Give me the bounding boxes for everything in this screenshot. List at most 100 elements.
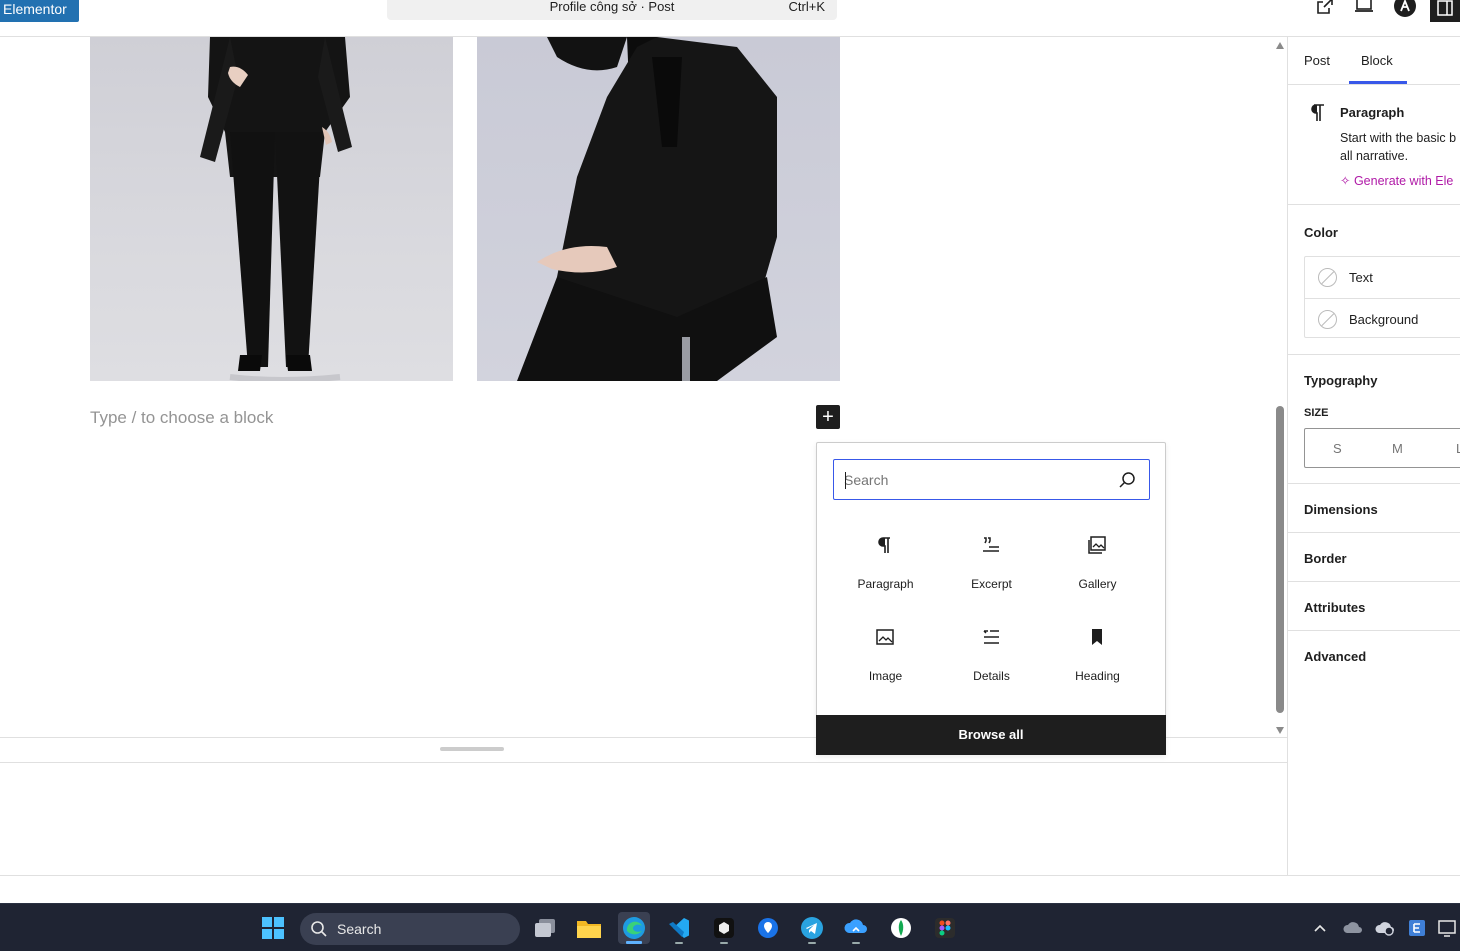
taskbar-search-box[interactable]: Search — [300, 913, 520, 945]
command-center[interactable]: Profile công sở · Post Ctrl+K — [387, 0, 837, 20]
windows-start-icon[interactable] — [257, 912, 289, 944]
bookmark-icon — [1085, 625, 1109, 649]
running-indicator — [675, 942, 683, 944]
search-icon — [1117, 470, 1137, 490]
block-label: Gallery — [1078, 577, 1117, 591]
generate-with-elementor-link[interactable]: ✧ Generate with Ele — [1340, 173, 1453, 188]
inserter-search-input[interactable] — [844, 469, 1104, 491]
font-size-large[interactable]: L — [1456, 441, 1460, 456]
block-label: Heading — [1075, 669, 1120, 683]
block-card-title: Paragraph — [1340, 105, 1405, 120]
sidebar-toggle-icon[interactable] — [1430, 0, 1460, 22]
font-size-label: SIZE — [1304, 407, 1329, 419]
border-panel-title[interactable]: Border — [1304, 551, 1347, 566]
external-link-icon[interactable] — [1313, 0, 1337, 18]
app-icon[interactable] — [708, 912, 740, 944]
gallery-icon — [1085, 533, 1109, 557]
canvas-scrollbar[interactable] — [1273, 42, 1287, 734]
font-size-small[interactable]: S — [1333, 441, 1342, 456]
search-icon — [310, 920, 328, 943]
font-size-toggle-group: S M L — [1304, 428, 1460, 468]
tab-block[interactable]: Block — [1361, 53, 1393, 68]
block-label: Excerpt — [971, 577, 1012, 591]
display-tray-icon[interactable] — [1438, 918, 1458, 938]
settings-sidebar: Post Block Paragraph Start with the basi… — [1287, 37, 1460, 875]
color-swatch-icon — [1318, 310, 1337, 329]
running-indicator — [852, 942, 860, 944]
sidebar-tabs: Post Block — [1288, 37, 1460, 85]
excerpt-icon — [979, 533, 1003, 557]
block-label: Details — [973, 669, 1010, 683]
color-text-label: Text — [1349, 270, 1373, 285]
sparkle-icon: ✧ — [1340, 174, 1354, 188]
windows-taskbar: Search — [0, 903, 1460, 951]
device-preview-icon[interactable] — [1352, 0, 1376, 18]
gallery-image-standing-woman[interactable] — [90, 37, 453, 381]
meta-boxes-resize-handle[interactable] — [440, 747, 504, 751]
color-background-option[interactable]: Background — [1305, 298, 1460, 339]
footer-divider — [0, 875, 1460, 876]
active-tab-indicator — [1349, 81, 1407, 84]
document-title: Profile công sở · Post — [549, 0, 675, 14]
edit-with-elementor-button[interactable]: Elementor — [0, 0, 79, 22]
app-tray-icon[interactable] — [1407, 918, 1427, 938]
scrollbar-thumb[interactable] — [1276, 406, 1284, 713]
color-background-label: Background — [1349, 312, 1419, 327]
running-indicator — [626, 941, 642, 944]
running-indicator — [808, 942, 816, 944]
block-item-paragraph[interactable]: Paragraph — [833, 519, 938, 599]
plugin-logo-icon[interactable] — [1393, 0, 1417, 18]
browse-all-button[interactable]: Browse all — [816, 715, 1166, 755]
file-explorer-icon[interactable] — [573, 912, 605, 944]
onedrive-icon[interactable] — [1343, 918, 1363, 938]
inserter-search-field[interactable] — [833, 459, 1150, 500]
editor-top-bar: Elementor Profile công sở · Post Ctrl+K — [0, 0, 1460, 37]
block-item-gallery[interactable]: Gallery — [1045, 519, 1150, 599]
maps-icon[interactable] — [752, 912, 784, 944]
color-text-option[interactable]: Text — [1305, 257, 1460, 298]
font-size-medium[interactable]: M — [1392, 441, 1403, 456]
mongodb-icon[interactable] — [885, 912, 917, 944]
panel-separator — [1288, 483, 1460, 484]
gallery-image-seated-woman[interactable] — [477, 37, 840, 381]
taskbar-search-label: Search — [337, 921, 382, 937]
paragraph-icon — [1308, 103, 1326, 129]
block-item-heading[interactable]: Heading — [1045, 611, 1150, 691]
block-card: Paragraph Start with the basic b all nar… — [1288, 85, 1460, 205]
attributes-panel-title[interactable]: Attributes — [1304, 600, 1365, 615]
chevron-up-icon[interactable] — [1310, 918, 1330, 938]
generate-label: Generate with Ele — [1353, 174, 1454, 188]
scroll-down-arrow-icon[interactable] — [1276, 727, 1284, 734]
block-item-image[interactable]: Image — [833, 611, 938, 691]
meta-divider-lower — [0, 762, 1287, 763]
figma-icon[interactable] — [929, 912, 961, 944]
block-label: Paragraph — [857, 577, 914, 591]
dimensions-panel-title[interactable]: Dimensions — [1304, 502, 1378, 517]
advanced-panel-title[interactable]: Advanced — [1304, 649, 1366, 664]
block-card-description-line: Start with the basic b — [1340, 131, 1457, 145]
block-item-excerpt[interactable]: Excerpt — [939, 519, 1044, 599]
block-placeholder[interactable]: Type / to choose a block — [90, 408, 273, 428]
block-card-description-line: all narrative. — [1340, 149, 1409, 163]
edge-icon[interactable] — [618, 912, 650, 944]
cloud-sync-icon[interactable] — [840, 912, 872, 944]
color-swatch-icon — [1318, 268, 1337, 287]
tab-post[interactable]: Post — [1304, 53, 1330, 68]
panel-separator — [1288, 354, 1460, 355]
block-label: Image — [868, 669, 903, 683]
telegram-icon[interactable] — [796, 912, 828, 944]
running-indicator — [720, 942, 728, 944]
quick-inserter-popover: Paragraph Excerpt Gallery Image Details — [816, 442, 1166, 755]
task-view-icon[interactable] — [529, 912, 561, 944]
panel-separator — [1288, 581, 1460, 582]
typography-panel-title[interactable]: Typography — [1304, 373, 1377, 388]
scroll-up-arrow-icon[interactable] — [1276, 42, 1284, 49]
details-icon — [979, 625, 1003, 649]
text-caret — [845, 472, 846, 489]
color-panel-title[interactable]: Color — [1304, 225, 1338, 240]
cloud-sync-tray-icon[interactable] — [1375, 918, 1395, 938]
vscode-icon[interactable] — [663, 912, 695, 944]
paragraph-icon — [873, 533, 897, 557]
block-item-details[interactable]: Details — [939, 611, 1044, 691]
add-block-button[interactable]: + — [816, 405, 840, 429]
